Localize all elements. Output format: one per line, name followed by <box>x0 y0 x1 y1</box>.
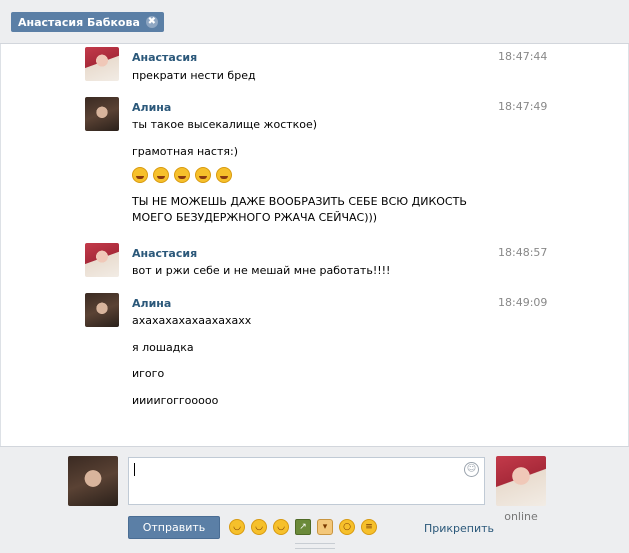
message-text: иииигоггооооо <box>132 394 219 407</box>
message-text: я лошадка <box>132 341 194 354</box>
message-author[interactable]: Анастасия <box>132 247 197 260</box>
message-text: прекрати нести бред <box>132 69 256 82</box>
message-text: вот и ржи себе и не мешай мне работать!!… <box>132 264 391 277</box>
text-caret <box>134 463 135 476</box>
message-text: ахахахахахаахахахх <box>132 314 252 327</box>
send-button[interactable]: Отправить <box>128 516 220 539</box>
message-author[interactable]: Алина <box>132 297 171 310</box>
kissing-icon[interactable]: ○ <box>339 519 355 535</box>
peer-avatar[interactable] <box>496 456 546 506</box>
message-time: 18:47:49 <box>498 100 548 113</box>
laughing-icon <box>153 167 169 183</box>
online-status: online <box>504 510 538 523</box>
grimacing-icon[interactable]: ≡ <box>361 519 377 535</box>
avatar[interactable] <box>85 97 119 131</box>
message-time: 18:48:57 <box>498 246 548 259</box>
composer-panel: ☺ online Отправить ◡ ◡ ◡ ↗ ▾ ○ ≡ Прикреп… <box>0 446 629 553</box>
laughing-icon <box>216 167 232 183</box>
quick-emoji-bar: ◡ ◡ ◡ ↗ ▾ ○ ≡ <box>229 519 377 535</box>
chat-tab[interactable]: Анастасия Бабкова ✖ <box>11 12 164 32</box>
resize-handle[interactable] <box>295 543 335 549</box>
avatar[interactable] <box>85 243 119 277</box>
avatar[interactable] <box>85 47 119 81</box>
message-text: грамотная настя:) <box>132 145 238 158</box>
message-time: 18:47:44 <box>498 50 548 63</box>
avatar[interactable] <box>85 293 119 327</box>
laughing-icon[interactable]: ◡ <box>229 519 245 535</box>
message-text: ты такое высекалище жосткое) <box>132 118 318 131</box>
my-avatar[interactable] <box>68 456 118 506</box>
smiley-icon[interactable]: ☺ <box>464 462 479 477</box>
attach-link[interactable]: Прикрепить <box>424 522 494 535</box>
laughing-icon <box>174 167 190 183</box>
message-author[interactable]: Алина <box>132 101 171 114</box>
thumbs-down-icon[interactable]: ▾ <box>317 519 333 535</box>
message-author[interactable]: Анастасия <box>132 51 197 64</box>
chat-tab-title: Анастасия Бабкова <box>18 15 140 29</box>
laughing-icon <box>132 167 148 183</box>
message-input[interactable]: ☺ <box>128 457 485 505</box>
relieved-icon[interactable]: ◡ <box>251 519 267 535</box>
blush-icon[interactable]: ◡ <box>273 519 289 535</box>
laughing-icon <box>195 167 211 183</box>
smiley-row <box>132 167 237 183</box>
champagne-icon[interactable]: ↗ <box>295 519 311 535</box>
close-icon[interactable]: ✖ <box>145 16 158 28</box>
message-text: игого <box>132 367 165 380</box>
top-bar: Анастасия Бабкова ✖ <box>0 0 629 44</box>
message-text: ТЫ НЕ МОЖЕШЬ ДАЖЕ ВООБРАЗИТЬ СЕБЕ ВСЮ ДИ… <box>132 195 467 224</box>
message-time: 18:49:09 <box>498 296 548 309</box>
message-history[interactable]: Анастасия 18:47:44 прекрати нести бред А… <box>0 44 629 446</box>
